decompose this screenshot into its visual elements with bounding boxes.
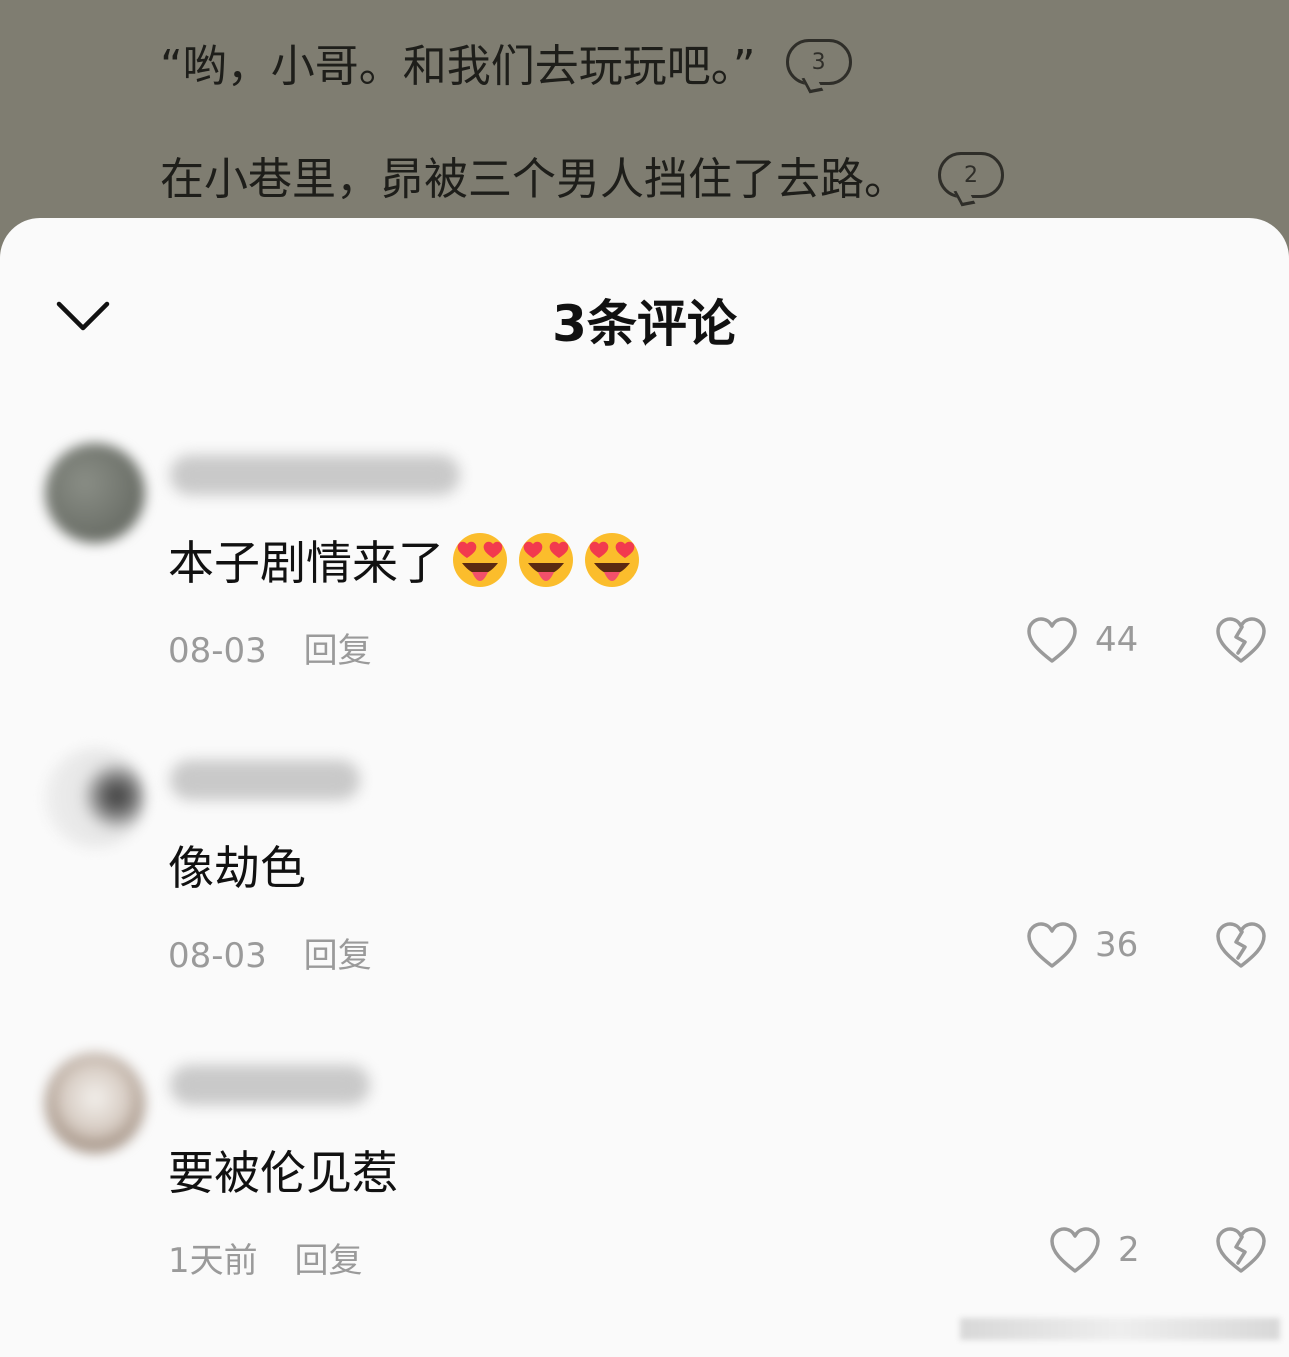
comments-sheet: 3条评论 本子剧情来了 08-03 回复 44 像劫色 08-03 回复 36 … bbox=[0, 218, 1289, 1357]
comment-text: 本子剧情来了 bbox=[168, 527, 642, 593]
comment-body: 本子剧情来了 bbox=[168, 536, 444, 590]
comment-item: 本子剧情来了 08-03 回复 44 bbox=[0, 443, 1289, 703]
comment-body: 要被伦见惹 bbox=[168, 1146, 398, 1200]
star-struck-tongue-emoji bbox=[453, 533, 507, 587]
comment-body: 像劫色 bbox=[168, 841, 306, 895]
username-blurred[interactable] bbox=[170, 455, 460, 495]
comment-meta: 1天前 回复 bbox=[168, 1233, 362, 1282]
paragraph-comment-count: 2 bbox=[964, 162, 978, 188]
heart-outline-icon bbox=[1050, 1227, 1100, 1273]
reply-button[interactable]: 回复 bbox=[304, 936, 372, 976]
avatar[interactable] bbox=[45, 1053, 145, 1153]
reader-paragraph[interactable]: “哟，小哥。和我们去玩玩吧。” 3 bbox=[160, 30, 852, 94]
broken-heart-icon[interactable] bbox=[1214, 1225, 1268, 1275]
heart-outline-icon bbox=[1027, 922, 1077, 968]
comments-sheet-header: 3条评论 bbox=[0, 218, 1289, 418]
avatar[interactable] bbox=[45, 748, 145, 848]
reply-button[interactable]: 回复 bbox=[294, 1241, 362, 1281]
comment-date: 08-03 bbox=[168, 936, 267, 976]
comment-date: 08-03 bbox=[168, 631, 267, 671]
reply-button[interactable]: 回复 bbox=[304, 631, 372, 671]
reader-paragraph-text: “哟，小哥。和我们去玩玩吧。” bbox=[160, 41, 756, 92]
comment-text: 要被伦见惹 bbox=[168, 1137, 398, 1203]
star-struck-tongue-emoji bbox=[519, 533, 573, 587]
broken-heart-icon[interactable] bbox=[1214, 920, 1268, 970]
comment-meta: 08-03 回复 bbox=[168, 928, 372, 977]
comment-text: 像劫色 bbox=[168, 832, 306, 898]
like-button[interactable]: 2 bbox=[1048, 1225, 1140, 1275]
comments-title: 3条评论 bbox=[552, 295, 737, 353]
paragraph-comment-count: 3 bbox=[811, 49, 826, 75]
comment-date: 1天前 bbox=[168, 1241, 258, 1281]
like-count: 36 bbox=[1095, 925, 1139, 965]
blurred-input-bar bbox=[960, 1318, 1280, 1340]
broken-heart-icon[interactable] bbox=[1214, 615, 1268, 665]
paragraph-comment-bubble-icon[interactable]: 3 bbox=[785, 39, 852, 85]
like-button[interactable]: 44 bbox=[1025, 615, 1138, 665]
like-count: 44 bbox=[1095, 620, 1139, 660]
like-button[interactable]: 36 bbox=[1025, 920, 1138, 970]
username-blurred[interactable] bbox=[170, 760, 360, 800]
reader-paragraph[interactable]: 在小巷里，昴被三个男人挡住了去路。 2 bbox=[160, 143, 1004, 207]
avatar[interactable] bbox=[45, 443, 145, 543]
username-blurred[interactable] bbox=[170, 1065, 370, 1105]
paragraph-comment-bubble-icon[interactable]: 2 bbox=[938, 152, 1004, 198]
like-count: 2 bbox=[1118, 1230, 1140, 1270]
star-struck-tongue-emoji bbox=[585, 533, 639, 587]
comment-meta: 08-03 回复 bbox=[168, 623, 372, 672]
heart-outline-icon bbox=[1027, 617, 1077, 663]
comment-item: 像劫色 08-03 回复 36 bbox=[0, 748, 1289, 1008]
comment-item: 要被伦见惹 1天前 回复 2 bbox=[0, 1053, 1289, 1313]
reader-paragraph-text: 在小巷里，昴被三个男人挡住了去路。 bbox=[160, 154, 908, 205]
